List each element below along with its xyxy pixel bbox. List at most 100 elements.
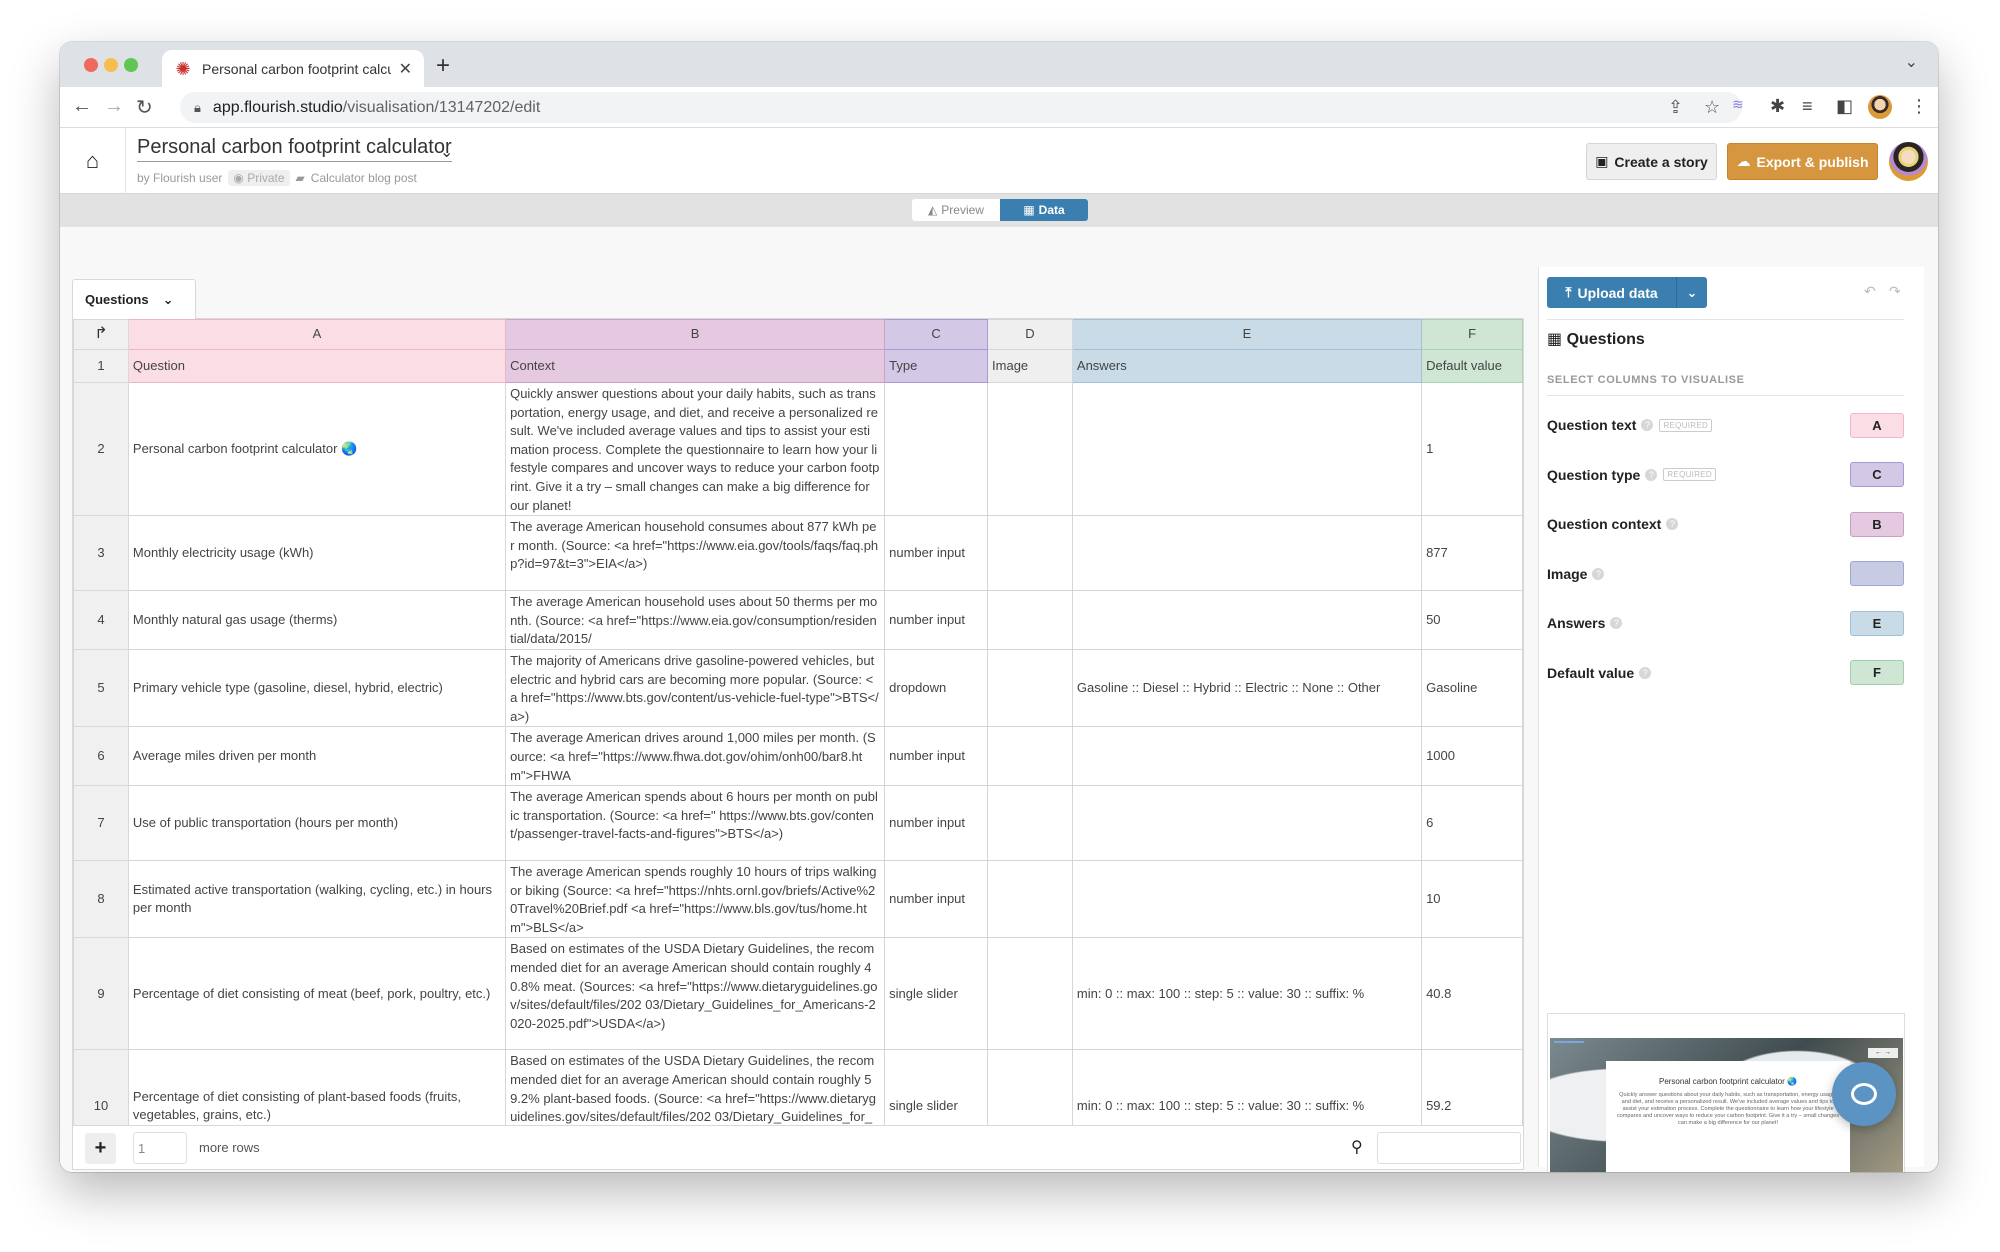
chat-support-button[interactable]: [1832, 1062, 1896, 1126]
cell-answers[interactable]: min: 0 :: max: 100 :: step: 5 :: value: …: [1071, 937, 1423, 1051]
folder-link[interactable]: Calculator blog post: [311, 171, 417, 185]
row-number[interactable]: 3: [73, 515, 129, 592]
search-input[interactable]: [1377, 1132, 1521, 1164]
cell-type[interactable]: [884, 381, 989, 517]
column-selector[interactable]: B: [1850, 511, 1904, 537]
column-selector[interactable]: A: [1850, 412, 1904, 438]
column-letter-b[interactable]: B: [505, 319, 886, 350]
undo-icon[interactable]: ↶: [1864, 283, 1876, 300]
data-tab[interactable]: ▦ Data: [1000, 199, 1088, 221]
title-chevron-down-icon[interactable]: ⌄: [440, 142, 453, 162]
row-number[interactable]: 7: [73, 785, 129, 862]
cell-image[interactable]: [987, 515, 1073, 592]
cell-type[interactable]: number input: [884, 726, 989, 787]
row-number[interactable]: 6: [73, 726, 129, 787]
cell-default-value[interactable]: Gasoline: [1421, 648, 1523, 728]
cell-question[interactable]: Use of public transportation (hours per …: [127, 785, 507, 862]
help-icon[interactable]: ?: [1610, 617, 1623, 629]
cell-context[interactable]: The average American spends roughly 10 h…: [505, 860, 886, 939]
cell-context[interactable]: The average American spends about 6 hour…: [505, 785, 886, 862]
cell-question[interactable]: Monthly electricity usage (kWh): [127, 515, 507, 592]
cell-image[interactable]: [987, 381, 1073, 517]
column-letter-a[interactable]: A: [127, 319, 507, 350]
header-cell[interactable]: Type: [884, 349, 989, 383]
sheet-chevron-down-icon[interactable]: ⌄: [163, 292, 174, 308]
cell-context[interactable]: The majority of Americans drive gasoline…: [505, 648, 886, 728]
cell-question[interactable]: Estimated active transportation (walking…: [127, 860, 507, 939]
reload-icon[interactable]: ↻: [136, 95, 153, 120]
forward-icon[interactable]: →: [104, 95, 124, 118]
cell-question[interactable]: Primary vehicle type (gasoline, diesel, …: [127, 648, 507, 728]
cell-default-value[interactable]: 1000: [1421, 726, 1523, 787]
extension-wave-icon[interactable]: ≋: [1732, 96, 1744, 113]
cell-context[interactable]: Quickly answer questions about your dail…: [505, 381, 886, 517]
extensions-puzzle-icon[interactable]: ✱: [1770, 96, 1785, 117]
header-cell[interactable]: Context: [505, 349, 886, 383]
upload-options-chevron-icon[interactable]: ⌄: [1677, 277, 1707, 308]
row-number[interactable]: 5: [73, 648, 129, 728]
help-icon[interactable]: ?: [1641, 419, 1654, 431]
sheet-tab-questions[interactable]: Questions ⌄: [72, 279, 196, 319]
cell-image[interactable]: [987, 785, 1073, 862]
cell-default-value[interactable]: 10: [1421, 860, 1523, 939]
column-letter-d[interactable]: D: [987, 319, 1073, 350]
cell-question[interactable]: Personal carbon footprint calculator 🌏: [127, 381, 507, 517]
cell-default-value[interactable]: 6: [1421, 785, 1523, 862]
cell-image[interactable]: [987, 726, 1073, 787]
cell-answers[interactable]: [1071, 381, 1423, 517]
help-icon[interactable]: ?: [1639, 666, 1652, 679]
user-avatar[interactable]: [1889, 142, 1928, 181]
cell-answers[interactable]: [1071, 785, 1423, 862]
cell-type[interactable]: number input: [884, 860, 989, 939]
maximize-window-button[interactable]: [124, 58, 138, 72]
tab-search-chevron-icon[interactable]: ⌄: [1905, 52, 1918, 72]
help-icon[interactable]: ?: [1645, 468, 1658, 481]
cell-default-value[interactable]: 1: [1421, 381, 1523, 517]
back-icon[interactable]: ←: [72, 95, 92, 118]
column-letter-f[interactable]: F: [1421, 319, 1523, 350]
create-story-button[interactable]: ▣ Create a story: [1586, 143, 1717, 180]
bookmark-star-icon[interactable]: ☆: [1704, 97, 1720, 118]
cell-question[interactable]: Monthly natural gas usage (therms): [127, 590, 507, 650]
cell-type[interactable]: single slider: [884, 937, 989, 1051]
cell-image[interactable]: [987, 590, 1073, 650]
cell-type[interactable]: number input: [884, 590, 989, 650]
cell-context[interactable]: The average American drives around 1,000…: [505, 726, 886, 787]
cell-answers[interactable]: [1071, 590, 1423, 650]
column-letter-c[interactable]: C: [884, 319, 989, 350]
cell-answers[interactable]: [1071, 860, 1423, 939]
header-cell[interactable]: Answers: [1071, 349, 1423, 383]
side-panel-icon[interactable]: ◧: [1836, 96, 1853, 117]
cell-default-value[interactable]: 877: [1421, 515, 1523, 592]
preview-tab[interactable]: ◭ Preview: [912, 199, 1000, 221]
column-letter-e[interactable]: E: [1071, 319, 1423, 350]
close-window-button[interactable]: [84, 58, 98, 72]
address-bar[interactable]: 🔒︎ app.flourish.studio/visualisation/131…: [180, 92, 1742, 123]
row-number[interactable]: 4: [73, 590, 129, 650]
column-selector[interactable]: [1850, 561, 1904, 586]
cell-answers[interactable]: [1071, 726, 1423, 787]
home-button[interactable]: ⌂: [60, 128, 126, 194]
cell-type[interactable]: dropdown: [884, 648, 989, 728]
browser-profile-avatar[interactable]: [1868, 95, 1892, 119]
close-tab-icon[interactable]: ✕: [399, 59, 412, 79]
header-cell[interactable]: Question: [127, 349, 507, 383]
add-rows-button[interactable]: +: [85, 1133, 116, 1164]
cell-question[interactable]: Average miles driven per month: [127, 726, 507, 787]
export-publish-button[interactable]: ☁ Export & publish: [1727, 143, 1878, 180]
visualisation-title[interactable]: Personal carbon footprint calculator: [137, 136, 452, 162]
cell-context[interactable]: Based on estimates of the USDA Dietary G…: [505, 937, 886, 1051]
upload-data-button[interactable]: ⤒ Upload data: [1547, 277, 1677, 308]
row-number[interactable]: 8: [73, 860, 129, 939]
help-icon[interactable]: ?: [1592, 567, 1605, 580]
cell-answers[interactable]: [1071, 515, 1423, 592]
cell-type[interactable]: number input: [884, 785, 989, 862]
cell-default-value[interactable]: 40.8: [1421, 937, 1523, 1051]
media-queue-icon[interactable]: ≡: [1802, 96, 1813, 117]
cell-answers[interactable]: Gasoline :: Diesel :: Hybrid :: Electric…: [1071, 648, 1423, 728]
transpose-corner[interactable]: ↱: [73, 319, 129, 350]
header-cell[interactable]: Image: [987, 349, 1073, 383]
minimize-window-button[interactable]: [104, 58, 118, 72]
add-rows-count-input[interactable]: [133, 1132, 187, 1164]
browser-menu-icon[interactable]: ⋮: [1910, 96, 1928, 117]
